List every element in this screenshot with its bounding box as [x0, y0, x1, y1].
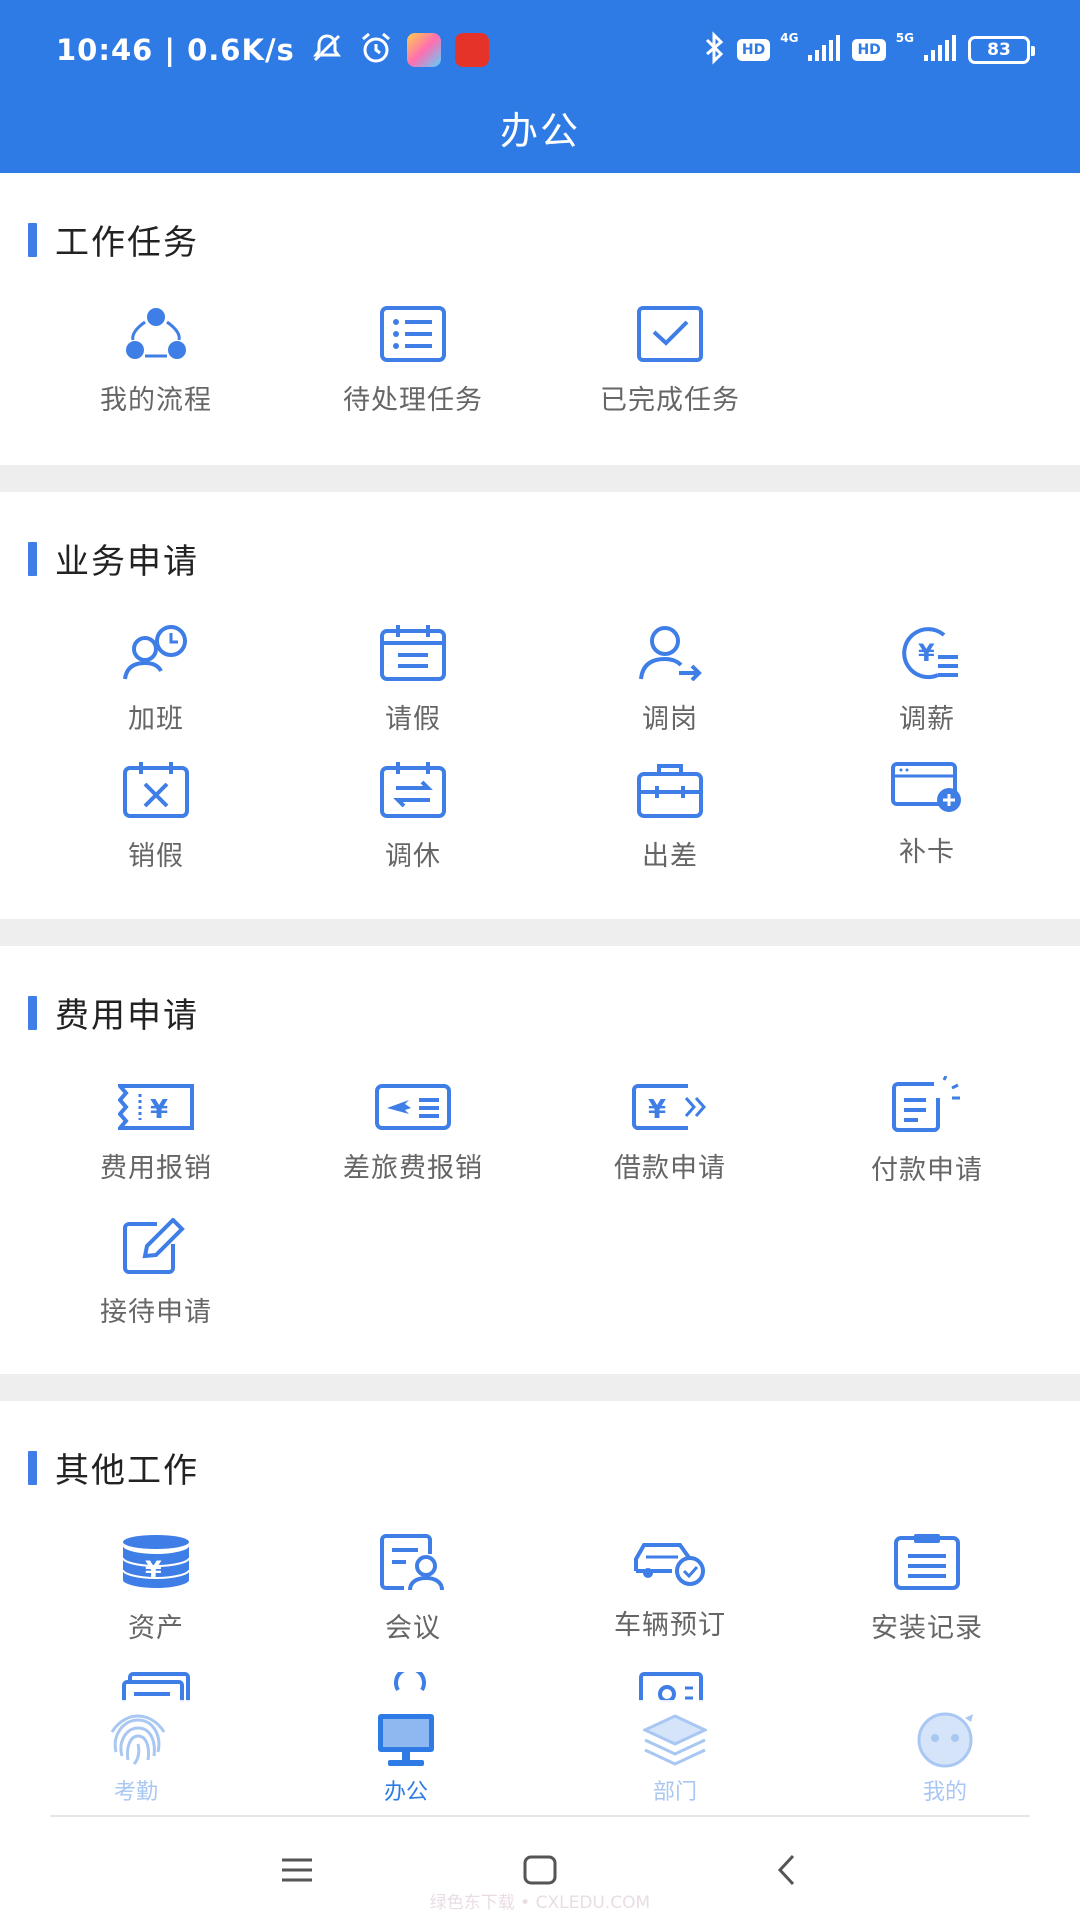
signal-icon — [808, 35, 842, 65]
hd-badge-2: HD — [852, 39, 886, 61]
overtime-icon — [123, 625, 187, 680]
day-off-swap-button[interactable]: 调休 — [284, 762, 542, 873]
fingerprint-icon — [110, 1714, 166, 1766]
payment-doc-icon — [892, 1076, 960, 1132]
pending-tasks-button[interactable]: 待处理任务 — [284, 306, 542, 417]
vehicle-booking-button[interactable]: 车辆预订 — [541, 1537, 799, 1642]
page-title: 办公 — [499, 109, 580, 153]
leave-button[interactable]: 请假 — [284, 625, 542, 736]
cancel-leave-button[interactable]: 销假 — [27, 762, 285, 873]
section-other-work: 其他工作 ¥ 资产 会议 车辆预订 安装记录 — [0, 1401, 1080, 1702]
svg-text:¥: ¥ — [918, 639, 935, 667]
bluetooth-icon — [703, 31, 727, 69]
section-divider — [0, 919, 1080, 946]
partial-row-icon-2 — [390, 1672, 430, 1702]
section-expense-apply: 费用申请 ¥ 费用报销 差旅费报销 ¥ 借款申请 付款申请 接待申请 — [0, 946, 1080, 1374]
briefcase-icon — [637, 764, 703, 818]
section-title: 工作任务 — [28, 215, 199, 264]
nav-attendance[interactable]: 考勤 — [51, 1712, 221, 1806]
expense-reimburse-button[interactable]: ¥ 费用报销 — [27, 1084, 285, 1185]
signal-icon-2 — [924, 35, 958, 65]
meeting-icon — [380, 1534, 444, 1590]
alarm-icon — [359, 31, 393, 69]
travel-ticket-icon — [375, 1084, 451, 1130]
game-app-icon — [406, 33, 441, 67]
svg-text:¥: ¥ — [648, 1095, 666, 1125]
salary-adjust-button[interactable]: ¥ 调薪 — [798, 625, 1056, 736]
checkbox-icon — [637, 306, 703, 362]
travel-reimburse-button[interactable]: 差旅费报销 — [284, 1084, 542, 1185]
clipboard-icon — [894, 1534, 960, 1590]
layers-icon — [643, 1714, 707, 1766]
status-time: 10:46 | 0.6K/s — [56, 33, 295, 67]
salary-icon: ¥ — [902, 627, 958, 680]
calendar-swap-icon — [380, 762, 446, 818]
svg-text:¥: ¥ — [150, 1095, 168, 1125]
section-title: 业务申请 — [28, 534, 199, 583]
my-workflow-button[interactable]: 我的流程 — [27, 306, 285, 417]
business-trip-button[interactable]: 出差 — [541, 762, 799, 873]
section-divider — [0, 1374, 1080, 1401]
battery-indicator: 83 — [968, 36, 1035, 64]
section-title: 其他工作 — [28, 1443, 199, 1492]
reception-apply-button[interactable]: 接待申请 — [27, 1218, 285, 1329]
payment-apply-button[interactable]: 付款申请 — [798, 1076, 1056, 1187]
watermark: 绿色东下载 • CXLEDU.COM — [429, 1893, 651, 1913]
meeting-button[interactable]: 会议 — [284, 1534, 542, 1645]
face-icon — [917, 1712, 973, 1768]
card-makeup-button[interactable]: 补卡 — [798, 762, 1056, 869]
receipt-yen-icon: ¥ — [118, 1084, 194, 1130]
partial-row-icon-3 — [639, 1672, 703, 1702]
section-divider — [0, 465, 1080, 492]
section-work-tasks: 工作任务 我的流程 待处理任务 已完成任务 — [0, 173, 1080, 465]
section-business-apply: 业务申请 加班 请假 调岗 ¥ 调薪 销假 调休 出差 补卡 — [0, 492, 1080, 919]
loan-apply-button[interactable]: ¥ 借款申请 — [541, 1084, 799, 1185]
network-type: 4G — [780, 31, 799, 45]
completed-tasks-button[interactable]: 已完成任务 — [541, 306, 799, 417]
car-icon — [634, 1543, 705, 1586]
workflow-icon — [126, 308, 186, 359]
transfer-user-icon — [639, 626, 702, 681]
news-app-icon — [454, 33, 489, 67]
hd-badge: HD — [736, 39, 771, 61]
network-type-2: 5G — [895, 31, 914, 45]
bottom-nav: 考勤 办公 部门 我的 — [0, 1700, 1080, 1815]
overtime-button[interactable]: 加班 — [27, 625, 285, 736]
nav-department[interactable]: 部门 — [590, 1712, 760, 1806]
nav-mine[interactable]: 我的 — [860, 1712, 1030, 1806]
list-icon — [380, 306, 446, 362]
menu-icon — [282, 1858, 312, 1882]
assets-button[interactable]: ¥ 资产 — [27, 1534, 285, 1645]
computer-icon — [378, 1714, 434, 1766]
transfer-button[interactable]: 调岗 — [541, 625, 799, 736]
back-chevron-icon — [777, 1854, 795, 1886]
calendar-icon — [380, 625, 446, 681]
install-record-button[interactable]: 安装记录 — [798, 1534, 1056, 1645]
mute-icon — [309, 32, 345, 68]
section-title: 费用申请 — [28, 988, 199, 1037]
calendar-cancel-icon — [123, 762, 189, 818]
status-bar: 10:46 | 0.6K/s HD 4G HD 5G 83 — [0, 22, 1080, 78]
coins-icon: ¥ — [122, 1535, 190, 1588]
edit-icon — [123, 1218, 185, 1274]
svg-text:¥: ¥ — [145, 1556, 162, 1584]
nav-office[interactable]: 办公 — [321, 1712, 491, 1806]
loan-icon: ¥ — [632, 1084, 707, 1130]
app-header: 10:46 | 0.6K/s HD 4G HD 5G 83 办公 — [0, 0, 1080, 173]
card-add-icon — [891, 762, 961, 812]
home-square-icon — [523, 1855, 557, 1885]
partial-row-icon-1 — [122, 1672, 190, 1702]
